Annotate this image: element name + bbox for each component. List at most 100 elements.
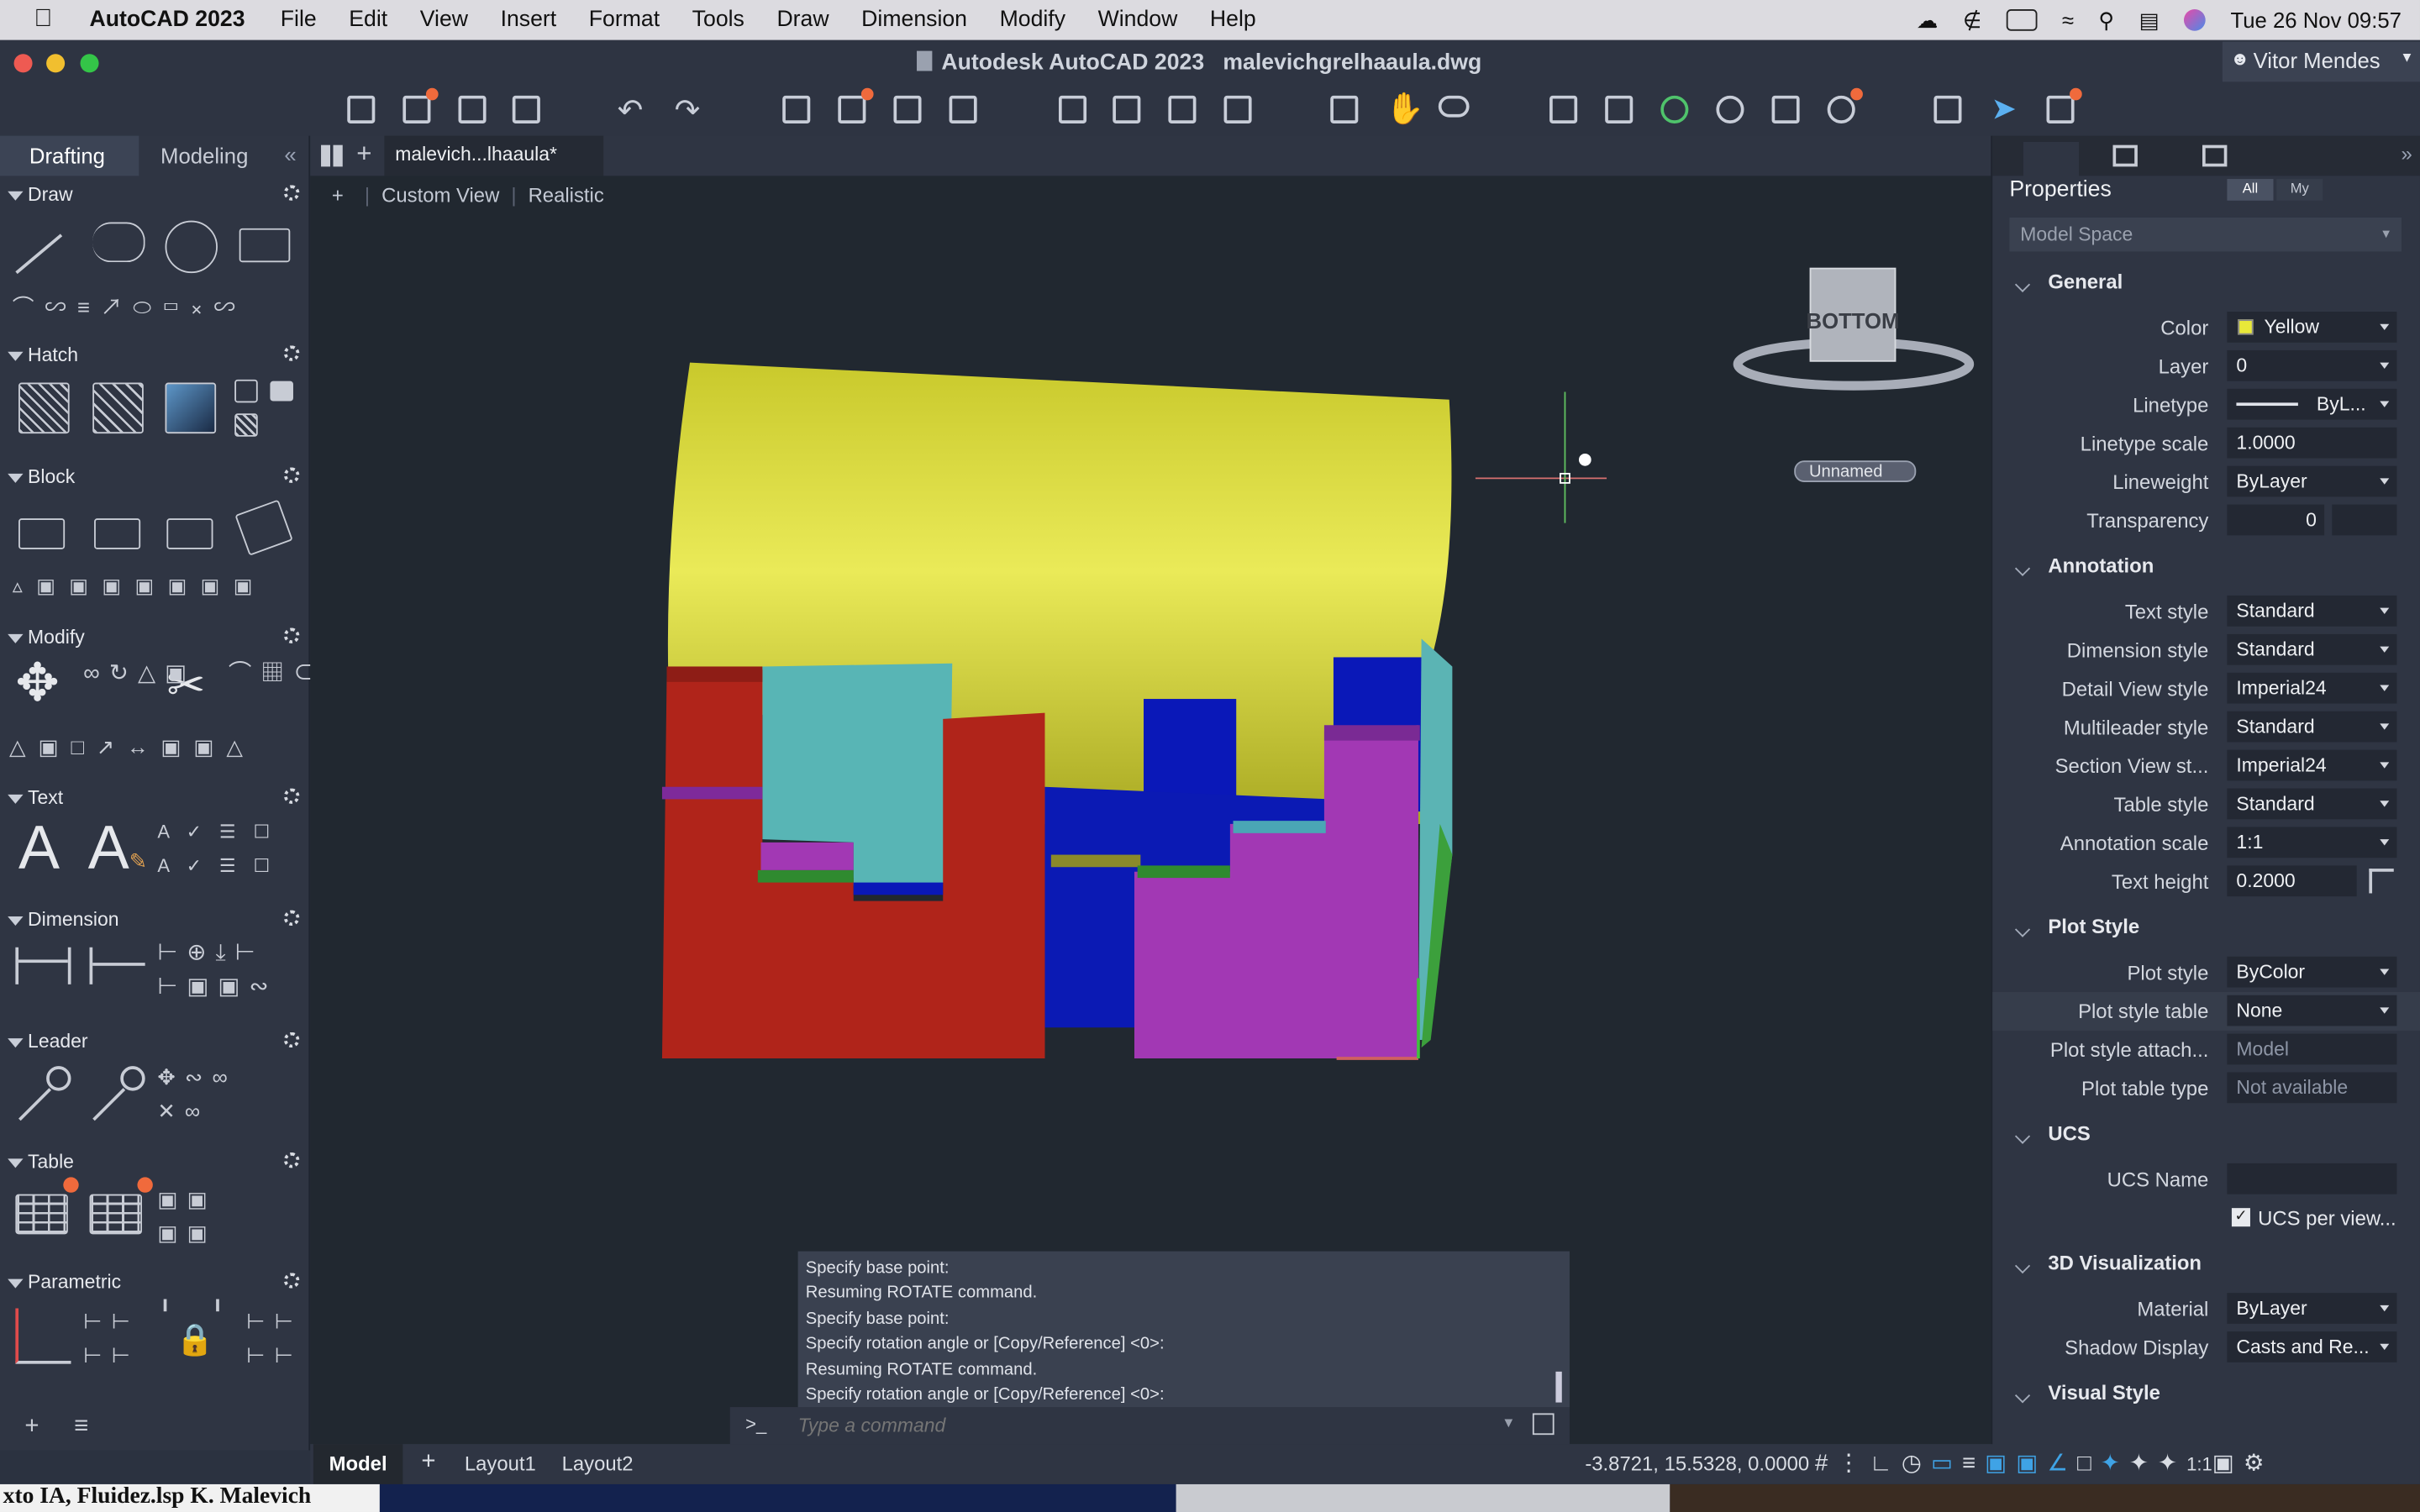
control-center-icon[interactable]: ▤	[2139, 7, 2160, 33]
linetype-scale-field[interactable]: 1.0000	[2227, 427, 2397, 459]
hatch-icon[interactable]	[18, 382, 70, 434]
command-prompt-icon[interactable]: >_	[745, 1413, 766, 1435]
wifi-icon[interactable]: ≈	[2062, 8, 2074, 32]
battery-icon[interactable]	[2006, 9, 2038, 31]
material-dropdown[interactable]: ByLayer	[2227, 1293, 2397, 1324]
zoom-window-button[interactable]	[80, 54, 99, 73]
open-file-icon[interactable]	[402, 87, 439, 123]
detail-view-style-dropdown[interactable]: Imperial24	[2227, 672, 2397, 704]
add-layer-icon[interactable]	[1660, 95, 1689, 123]
menu-format[interactable]: Format	[589, 8, 660, 32]
edit-hatch-icon[interactable]	[234, 413, 258, 437]
section-parametric[interactable]: Parametric	[0, 1268, 310, 1299]
close-window-button[interactable]	[13, 54, 33, 73]
section-view-style-dropdown[interactable]: Imperial24	[2227, 749, 2397, 781]
command-input[interactable]	[797, 1411, 1447, 1440]
model-tab[interactable]: Model	[313, 1444, 403, 1484]
table-icon[interactable]	[15, 1194, 68, 1235]
gradient-icon[interactable]	[165, 382, 217, 434]
layer-dropdown[interactable]: 0	[2227, 349, 2397, 381]
section-text[interactable]: Text	[0, 784, 310, 815]
boundary-icon[interactable]	[234, 379, 258, 403]
dimension-style-icon[interactable]	[89, 947, 145, 984]
save-as-icon[interactable]	[512, 95, 540, 123]
edit-block-icon[interactable]	[166, 518, 213, 549]
section-hatch[interactable]: Hatch	[0, 341, 310, 372]
menu-view[interactable]: View	[420, 8, 468, 32]
table-style-icon[interactable]	[89, 1194, 142, 1235]
network-icon[interactable]	[1223, 95, 1252, 123]
section-table[interactable]: Table	[0, 1148, 310, 1179]
gear-icon[interactable]	[283, 1273, 300, 1289]
line-icon[interactable]	[15, 234, 63, 275]
app-menu[interactable]: AutoCAD 2023	[90, 8, 245, 32]
apple-icon[interactable]: 	[34, 6, 67, 34]
gear-icon[interactable]	[283, 345, 300, 361]
gear-icon[interactable]	[283, 467, 300, 483]
send-icon[interactable]: ➤	[1991, 90, 2017, 129]
layout1-tab[interactable]: Layout1	[465, 1444, 536, 1484]
polyline-icon[interactable]	[92, 222, 145, 263]
batch-plot-icon[interactable]	[838, 87, 874, 123]
menu-dimension[interactable]: Dimension	[861, 8, 967, 32]
menu-help[interactable]: Help	[1210, 8, 1256, 32]
leader-style-icon[interactable]	[90, 1066, 145, 1121]
circle-icon[interactable]	[165, 220, 218, 274]
user-account-menu[interactable]: ☻ Vitor Mendes ▼	[2222, 41, 2420, 82]
workspace-icon[interactable]: ▣	[2212, 1451, 2244, 1477]
orbit-icon[interactable]	[1438, 95, 1470, 118]
dimension-style-dropdown[interactable]: Standard	[2227, 633, 2397, 665]
spotlight-search-icon[interactable]: ⚲	[2098, 7, 2114, 33]
filter-my-button[interactable]: My	[2276, 179, 2323, 201]
gear-icon[interactable]	[283, 910, 300, 927]
chevron-down-icon[interactable]: ▼	[1502, 1415, 1515, 1430]
auto-scale-icon[interactable]: ✦	[2129, 1451, 2158, 1477]
publish-icon[interactable]	[949, 95, 977, 123]
save-icon[interactable]	[458, 95, 487, 123]
rectangle-icon[interactable]	[239, 228, 291, 263]
zoom-window-icon[interactable]	[1330, 95, 1359, 123]
bluetooth-icon[interactable]: ∉	[1963, 7, 1981, 33]
match-layer-icon[interactable]	[1716, 95, 1744, 123]
ucs-per-view-checkbox[interactable]: ✓	[2231, 1208, 2250, 1227]
pick-height-icon[interactable]	[2369, 869, 2394, 894]
section-draw[interactable]: Draw	[0, 181, 310, 212]
geometric-constraint-icon[interactable]	[15, 1308, 71, 1364]
menu-file[interactable]: File	[281, 8, 317, 32]
model-viewport[interactable]: + | Custom View | Realistic BOTTOM Unnam…	[310, 176, 1991, 1445]
customize-icon[interactable]: ⚙	[2244, 1451, 2274, 1477]
new-tab-button[interactable]: +	[356, 139, 371, 170]
share-icon[interactable]	[1168, 95, 1197, 123]
move-icon[interactable]: ✥	[15, 657, 59, 709]
group-3d-visualization[interactable]: 3D Visualization	[1992, 1245, 2420, 1282]
insert-block-icon[interactable]	[18, 518, 66, 549]
cloud-sync-icon[interactable]: ☁	[1917, 7, 1939, 33]
layer-properties-icon[interactable]	[1549, 95, 1578, 123]
multiline-text-icon[interactable]: A	[18, 815, 60, 883]
gear-icon[interactable]	[283, 627, 300, 643]
linear-dimension-icon[interactable]	[15, 947, 71, 984]
gear-icon[interactable]	[283, 1152, 300, 1168]
selection-dropdown[interactable]: Model Space ▼	[2009, 217, 2402, 252]
selection-cycling-icon[interactable]: ▣	[2016, 1451, 2047, 1477]
gear-icon[interactable]	[283, 185, 300, 201]
add-palette-icon[interactable]: +	[24, 1413, 39, 1441]
doc-tab-malevich[interactable]: malevich...lhaaula*	[384, 135, 604, 176]
group-general[interactable]: General	[1992, 264, 2420, 301]
transparency-icon[interactable]: ▣	[1985, 1451, 2016, 1477]
table-style-dropdown[interactable]: Standard	[2227, 788, 2397, 820]
gradient-hatch-icon[interactable]	[92, 382, 144, 434]
lineweight-dropdown[interactable]: ByLayer	[2227, 465, 2397, 497]
import-icon[interactable]	[1058, 95, 1087, 123]
dimensional-constraint-icon[interactable]	[163, 1299, 219, 1312]
expand-icon[interactable]: »	[2402, 142, 2412, 165]
shadow-display-dropdown[interactable]: Casts and Re...	[2227, 1331, 2397, 1362]
share-icon[interactable]	[1532, 1413, 1555, 1436]
section-block[interactable]: Block	[0, 463, 310, 494]
snap-icon[interactable]: ⋮	[1837, 1451, 1870, 1477]
lineweight-icon[interactable]: ≡	[1962, 1451, 1985, 1477]
group-plot-style[interactable]: Plot Style	[1992, 909, 2420, 946]
pan-hand-icon[interactable]: ✋	[1386, 90, 1424, 129]
transparency-picker-icon[interactable]	[2332, 504, 2397, 536]
ucs-name-field[interactable]	[2227, 1163, 2397, 1194]
